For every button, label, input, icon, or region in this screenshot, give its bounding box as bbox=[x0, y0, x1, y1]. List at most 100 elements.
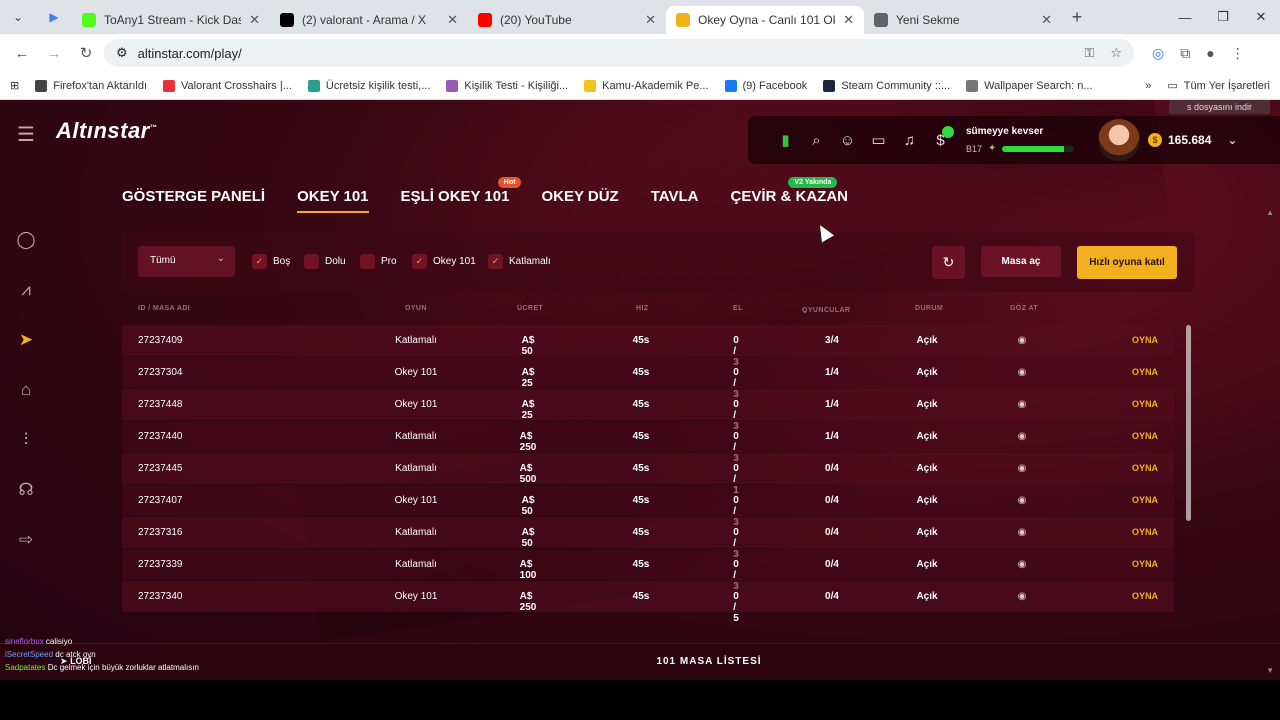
page-scroll-down-icon[interactable]: ▼ bbox=[1266, 666, 1274, 675]
bookmark-item[interactable]: Kişilik Testi - Kişiliği... bbox=[446, 79, 568, 92]
play-button[interactable]: OYNA bbox=[1132, 431, 1158, 441]
nav-tab[interactable]: OKEY 101 bbox=[297, 188, 369, 213]
tab-close-icon[interactable]: ✕ bbox=[447, 12, 458, 28]
table-row[interactable]: 27237304Okey 101A$ 2545s0 / 31/4Açık◉OYN… bbox=[122, 357, 1174, 400]
url-text: altinstar.com/play/ bbox=[137, 45, 242, 61]
quick-join-button[interactable]: Hızlı oyuna katıl bbox=[1077, 246, 1177, 279]
table-row[interactable]: 27237407Okey 101A$ 5045s0 / 30/4Açık◉OYN… bbox=[122, 485, 1174, 528]
table-cell-id: 27237409 bbox=[138, 335, 183, 346]
browser-menu-icon[interactable]: ⋮ bbox=[1231, 45, 1245, 62]
browser-tab[interactable]: ToAny1 Stream - Kick Dashboar ✕ bbox=[72, 6, 270, 34]
filter-checkbox[interactable]: Dolu bbox=[304, 254, 346, 269]
tag-icon[interactable]: ⌂ bbox=[14, 378, 38, 402]
refresh-button[interactable]: ↻ bbox=[932, 246, 965, 279]
browser-tab[interactable]: (20) YouTube ✕ bbox=[468, 6, 666, 34]
forward-icon[interactable]: → bbox=[40, 39, 68, 67]
table-row[interactable]: 27237316KatlamalıA$ 5045s0 / 30/4Açık◉OY… bbox=[122, 517, 1174, 560]
back-icon[interactable]: ← bbox=[8, 39, 36, 67]
play-button[interactable]: OYNA bbox=[1132, 399, 1158, 409]
bookmark-item[interactable]: (9) Facebook bbox=[724, 79, 807, 92]
filter-checkbox[interactable]: ✓ Katlamalı bbox=[488, 254, 551, 269]
play-button[interactable]: OYNA bbox=[1132, 527, 1158, 537]
table-scrollbar[interactable] bbox=[1186, 325, 1191, 521]
bookmark-item[interactable]: Firefox'tan Aktarıldı bbox=[35, 79, 147, 92]
nav-tab[interactable]: TAVLA bbox=[651, 188, 699, 213]
game-type-select[interactable]: Tümü ⌄ bbox=[138, 246, 235, 277]
coin-balance[interactable]: $ 165.684 ⌄ bbox=[1148, 133, 1237, 147]
url-input[interactable]: ⚙ altinstar.com/play/ ⚿ ☆ bbox=[104, 39, 1134, 67]
bookmarks-overflow-icon[interactable]: » bbox=[1145, 80, 1151, 92]
profile-icon[interactable]: ◯ bbox=[14, 228, 38, 252]
search-icon[interactable]: ⌕ bbox=[801, 132, 832, 149]
extension-icon[interactable]: ▶ bbox=[36, 0, 72, 34]
filter-checkbox[interactable]: Pro bbox=[360, 254, 397, 269]
bookmark-item[interactable]: Steam Community ::... bbox=[823, 79, 950, 92]
table-cell-id: 27237445 bbox=[138, 463, 183, 474]
extensions-puzzle-icon[interactable]: ⧉ bbox=[1180, 45, 1190, 62]
music-icon[interactable]: ♫ bbox=[894, 132, 925, 149]
play-button[interactable]: OYNA bbox=[1132, 495, 1158, 505]
altinstar-logo[interactable]: Altınstar™ bbox=[56, 118, 157, 144]
tab-close-icon[interactable]: ✕ bbox=[645, 12, 656, 28]
stats-chart-icon[interactable]: ⩘ bbox=[14, 278, 38, 302]
table-row[interactable]: 27237440KatlamalıA$ 25045s0 / 31/4Açık◉O… bbox=[122, 421, 1174, 464]
bookmark-item[interactable]: Kamu-Akademik Pe... bbox=[584, 79, 709, 92]
hamburger-menu-icon[interactable]: ☰ bbox=[14, 122, 38, 146]
site-info-icon[interactable]: ⚙ bbox=[116, 45, 128, 61]
support-headset-icon[interactable]: ☊ bbox=[14, 478, 38, 502]
table-row[interactable]: 27237409KatlamalıA$ 5045s0 / 33/4Açık◉OY… bbox=[122, 325, 1174, 368]
new-tab-button[interactable]: + bbox=[1062, 7, 1092, 28]
tab-close-icon[interactable]: ✕ bbox=[249, 12, 260, 28]
filter-checkbox-label: Dolu bbox=[325, 256, 346, 267]
filter-checkbox[interactable]: ✓ Okey 101 bbox=[412, 254, 476, 269]
play-button[interactable]: OYNA bbox=[1132, 335, 1158, 345]
bookmark-item[interactable]: Wallpaper Search: n... bbox=[966, 79, 1093, 92]
nav-tab[interactable]: OKEY DÜZ bbox=[541, 188, 618, 213]
tab-close-icon[interactable]: ✕ bbox=[1041, 12, 1052, 28]
logout-icon[interactable]: ⇨ bbox=[14, 528, 38, 552]
apps-grid-icon[interactable]: ⊞ bbox=[10, 79, 19, 92]
table-row[interactable]: 27237448Okey 101A$ 2545s0 / 31/4Açık◉OYN… bbox=[122, 389, 1174, 432]
chevron-down-icon[interactable]: ⌄ bbox=[1227, 133, 1237, 147]
nav-tab[interactable]: ÇEVİR & KAZAN V2 Yakında bbox=[730, 177, 848, 213]
play-navigation-icon[interactable]: ➤ bbox=[14, 328, 38, 352]
user-info[interactable]: sümeyye kevser B17 ✦ bbox=[966, 126, 1094, 154]
bookmarks-bar: ⊞ Firefox'tan Aktarıldı Valorant Crosshai… bbox=[0, 72, 1280, 100]
table-row[interactable]: 27237339KatlamalıA$ 10045s0 / 30/4Açık◉O… bbox=[122, 549, 1174, 592]
browser-tab[interactable]: Okey Oyna - Canlı 101 Okey ve ✕ bbox=[666, 6, 864, 34]
password-key-icon[interactable]: ⚿ bbox=[1084, 45, 1094, 61]
minimize-icon[interactable]: — bbox=[1166, 0, 1204, 34]
user-avatar[interactable] bbox=[1098, 119, 1140, 161]
bookmark-item[interactable]: Ücretsiz kişilik testi,... bbox=[307, 79, 430, 92]
browser-tab[interactable]: Yeni Sekme ✕ bbox=[864, 6, 1062, 34]
browser-tab[interactable]: (2) valorant - Arama / X ✕ bbox=[270, 6, 468, 34]
download-banner[interactable]: s dosyasını indir bbox=[1168, 100, 1270, 114]
create-table-button[interactable]: Masa aç bbox=[981, 246, 1061, 277]
play-button[interactable]: OYNA bbox=[1132, 559, 1158, 569]
profile-avatar-icon[interactable]: ● bbox=[1206, 45, 1214, 62]
table-row[interactable]: 27237445KatlamalıA$ 50045s0 / 10/4Açık◉O… bbox=[122, 453, 1174, 496]
nav-tab[interactable]: GÖSTERGE PANELİ bbox=[122, 188, 265, 213]
chat-icon[interactable]: ▭ bbox=[863, 131, 894, 149]
bookmark-favicon-icon bbox=[446, 79, 459, 92]
extension-circle-icon[interactable]: ◎ bbox=[1152, 45, 1164, 62]
tab-search-icon[interactable]: ⌄ bbox=[0, 0, 36, 34]
bookmark-star-icon[interactable]: ☆ bbox=[1110, 45, 1122, 61]
filter-checkbox[interactable]: ✓ Boş bbox=[252, 254, 290, 269]
play-button[interactable]: OYNA bbox=[1132, 463, 1158, 473]
tab-close-icon[interactable]: ✕ bbox=[843, 12, 854, 28]
play-button[interactable]: OYNA bbox=[1132, 591, 1158, 601]
nav-tab[interactable]: EŞLİ OKEY 101 Hot bbox=[401, 177, 522, 213]
bookmark-label: Wallpaper Search: n... bbox=[984, 79, 1093, 92]
all-bookmarks-folder[interactable]: ▭ Tüm Yer İşaretleri bbox=[1167, 79, 1270, 93]
play-button[interactable]: OYNA bbox=[1132, 367, 1158, 377]
table-row[interactable]: 27237340 Okey 101 A$ 250 45s 0 / 5 0/4 Açık ◉ OY… bbox=[122, 581, 1174, 624]
bookmark-item[interactable]: Valorant Crosshairs |... bbox=[163, 79, 292, 92]
page-scroll-up-icon[interactable]: ▲ bbox=[1266, 208, 1274, 217]
table-cell-oyuncular-text: 1/4 bbox=[825, 399, 839, 410]
close-window-icon[interactable]: ✕ bbox=[1242, 0, 1280, 34]
maximize-icon[interactable]: ❐ bbox=[1204, 0, 1242, 34]
reload-icon[interactable]: ↻ bbox=[72, 39, 100, 67]
settings-sliders-icon[interactable]: ⫶ bbox=[14, 428, 38, 452]
friends-icon[interactable]: ☺ bbox=[832, 132, 863, 149]
